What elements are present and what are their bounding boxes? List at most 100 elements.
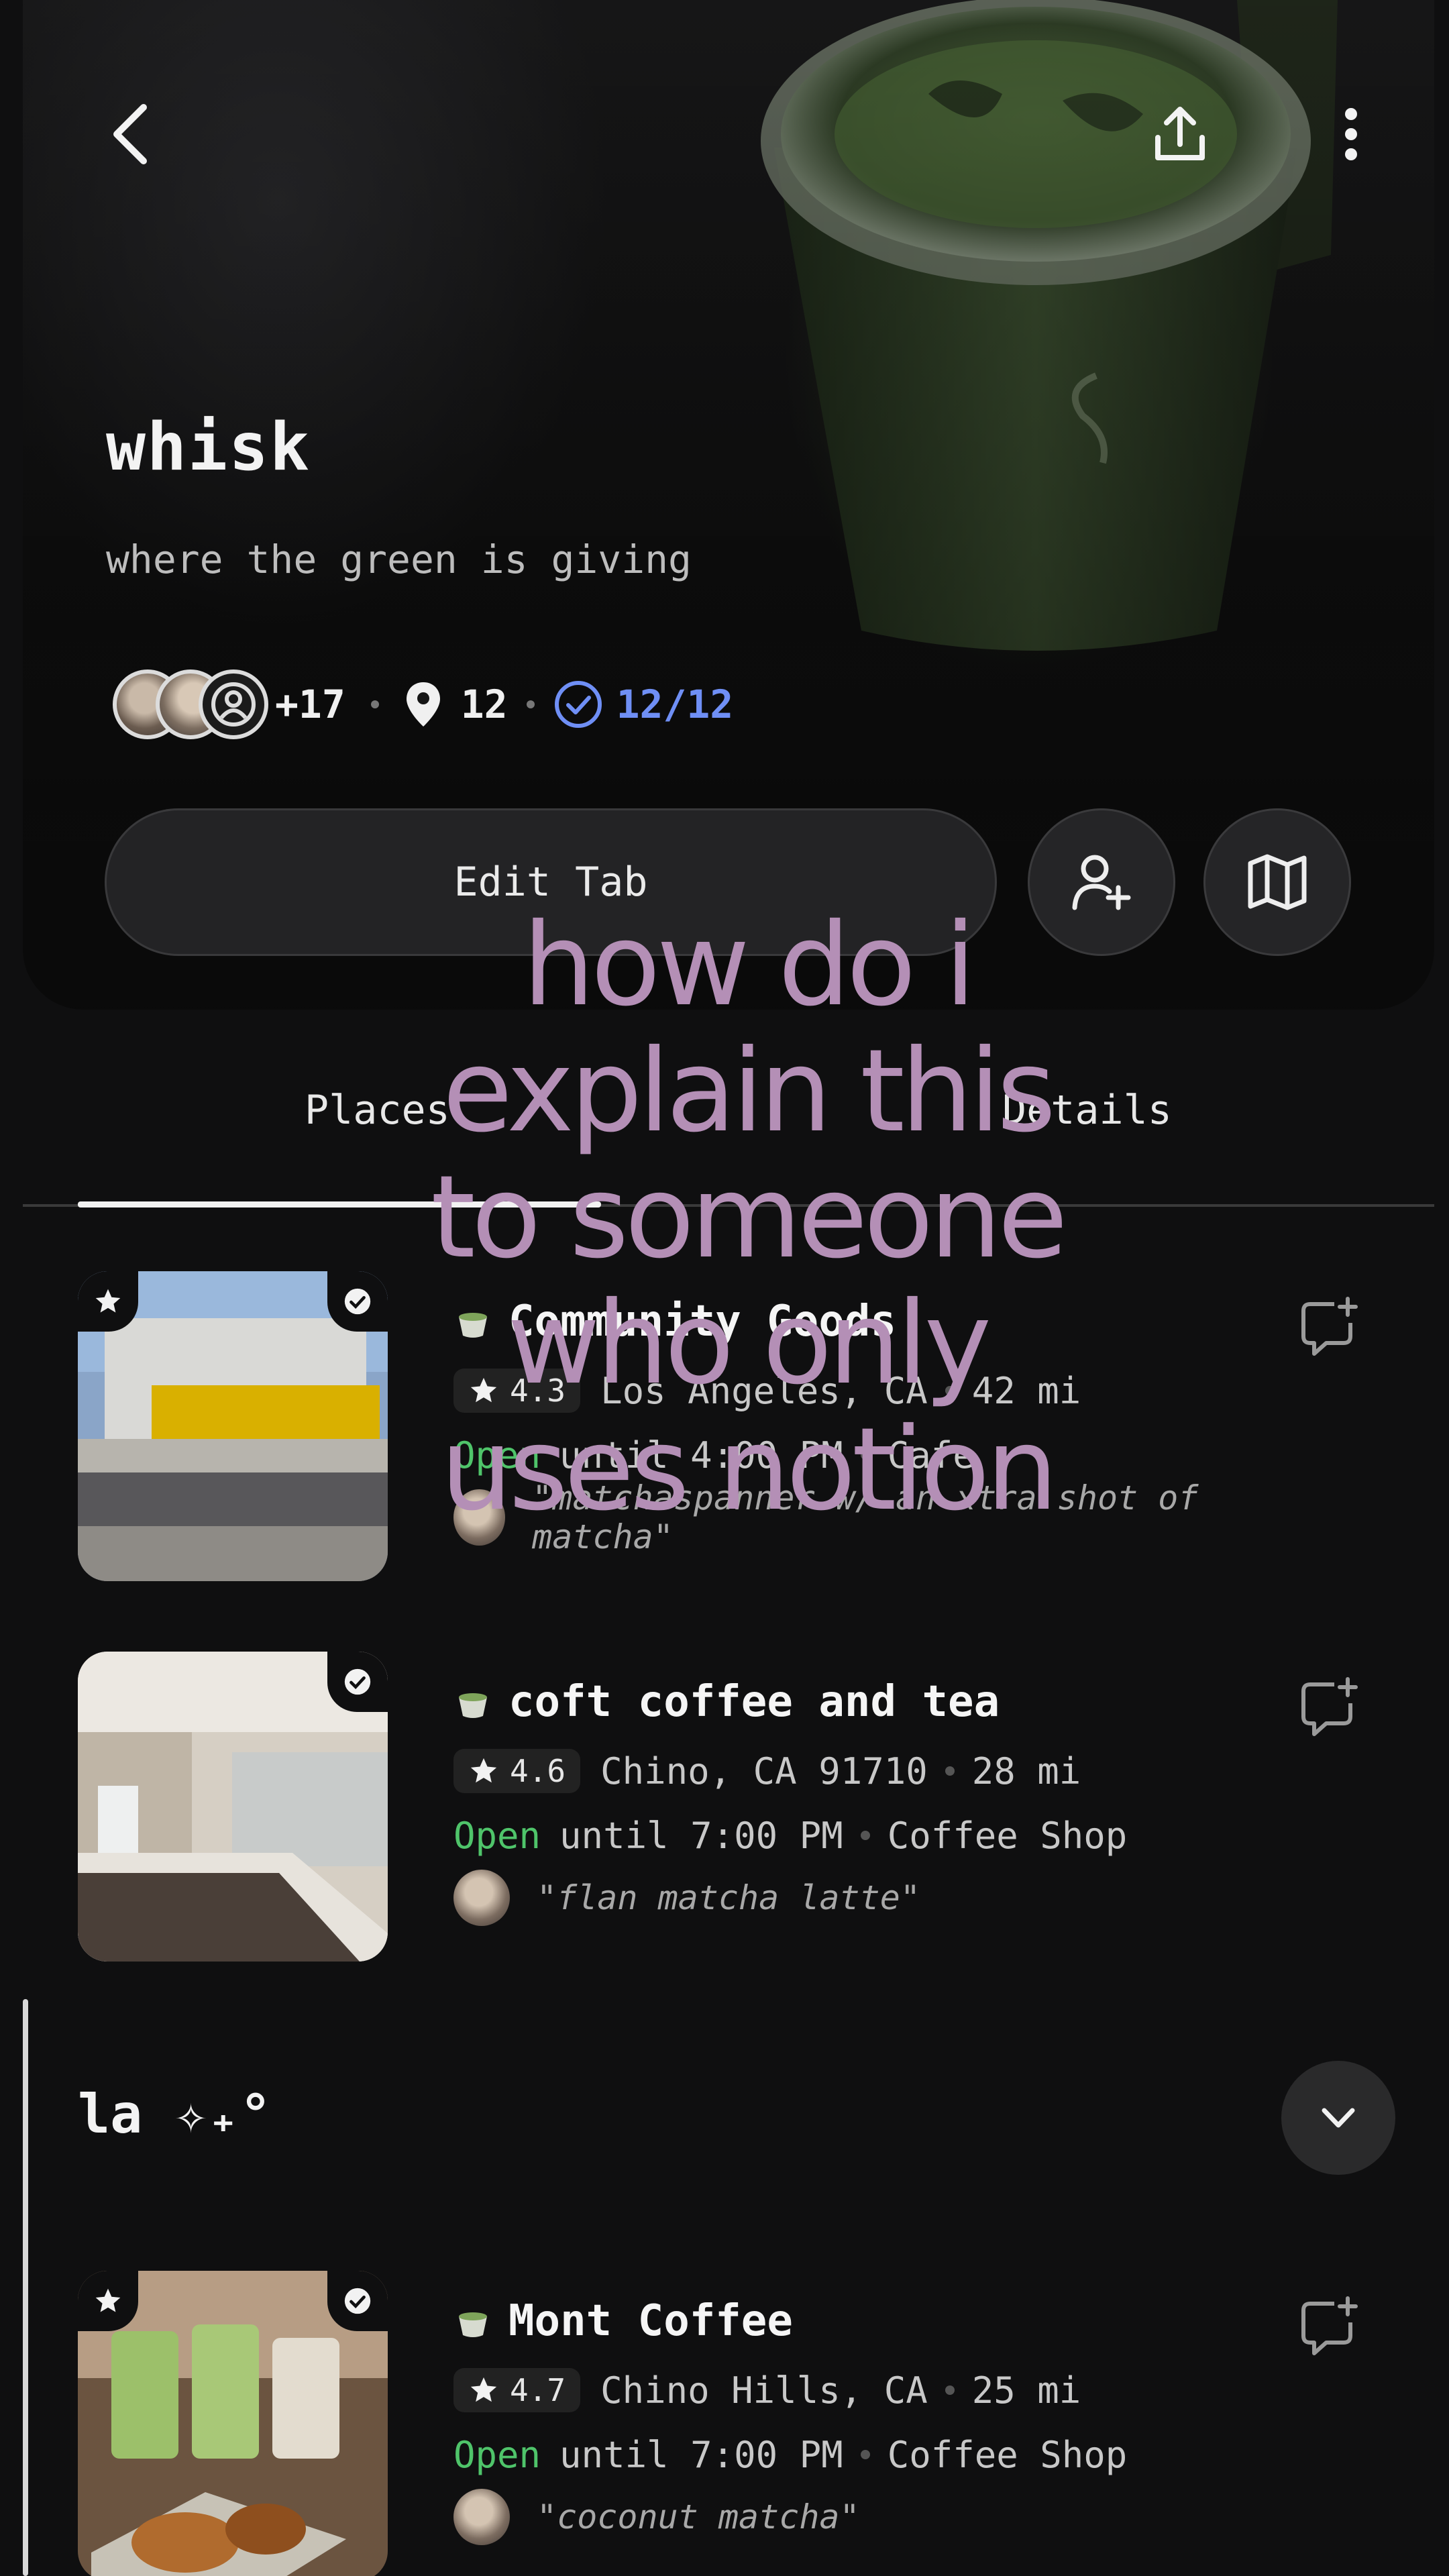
place-photo: [78, 2271, 388, 2576]
section-title: la ✧₊°: [78, 2083, 272, 2145]
separator-dot: [860, 2450, 870, 2459]
places-count: 12: [460, 682, 508, 727]
place-hours: until 7:00 PM: [559, 2433, 843, 2476]
open-status: Open: [453, 2433, 541, 2476]
place-photo: [78, 1652, 388, 1962]
star-icon: [470, 1758, 497, 1783]
place-card[interactable]: Mont Coffee 4.7 Chino Hills, CA 25 mi Op…: [78, 2271, 1413, 2576]
place-name[interactable]: coft coffee and tea: [508, 1677, 1000, 1727]
star-icon: [95, 2288, 121, 2312]
open-status: Open: [453, 1434, 541, 1477]
visited-count: 12/12: [616, 682, 734, 727]
place-note: "coconut matcha": [537, 2498, 860, 2536]
open-status: Open: [453, 1814, 541, 1857]
rating-badge: 4.6: [453, 1749, 581, 1793]
add-comment-button[interactable]: [1292, 1291, 1366, 1365]
check-circle-icon: [554, 681, 602, 728]
rating-value: 4.6: [510, 1753, 566, 1789]
place-category: Coffee Shop: [887, 1814, 1128, 1857]
chevron-left-icon: [113, 104, 147, 164]
place-info: coft coffee and tea 4.6 Chino, CA 91710 …: [453, 1672, 1292, 1928]
member-avatars[interactable]: [113, 669, 268, 739]
place-name[interactable]: Mont Coffee: [508, 2296, 793, 2346]
tab-subtitle: where the green is giving: [106, 537, 692, 582]
place-note: "matchaspanner w/ an xtra shot of matcha…: [532, 1479, 1199, 1556]
screen: whisk where the green is giving +17 12 1…: [23, 0, 1434, 2576]
place-category: Coffee Shop: [887, 2433, 1128, 2476]
separator-dot: [370, 700, 379, 708]
star-icon: [470, 1377, 497, 1403]
separator-dot: [526, 700, 535, 708]
avatar: [453, 2489, 510, 2545]
rating-badge: 4.3: [453, 1368, 581, 1413]
comment-plus-icon: [1301, 1677, 1358, 1736]
tab-hero: whisk where the green is giving +17 12 1…: [23, 0, 1434, 1010]
place-name[interactable]: Community Goods: [508, 1297, 896, 1346]
place-location: Chino Hills, CA: [600, 2369, 928, 2412]
place-distance: 42 mi: [971, 1369, 1081, 1412]
favorite-badge: [78, 1271, 138, 1332]
separator-dot: [945, 1766, 955, 1776]
add-person-icon: [1072, 855, 1131, 910]
location-pin-icon: [406, 682, 440, 727]
check-badge-icon: [344, 1668, 371, 1695]
rating-value: 4.7: [510, 2372, 566, 2408]
map-icon: [1248, 854, 1307, 910]
active-tab-indicator: [78, 1201, 601, 1208]
verified-badge: [327, 2271, 388, 2331]
separator-dot: [945, 1386, 955, 1395]
verified-badge: [327, 1271, 388, 1332]
share-button[interactable]: [1140, 94, 1220, 174]
collapse-section-button[interactable]: [1281, 2061, 1395, 2175]
avatar: [199, 669, 268, 739]
matcha-emoji-icon: [459, 1313, 487, 1338]
check-badge-icon: [344, 1288, 371, 1315]
favorite-badge: [78, 2271, 138, 2331]
avatar: [453, 1870, 510, 1926]
add-member-button[interactable]: [1028, 808, 1175, 956]
member-count: +17: [275, 682, 345, 727]
place-distance: 28 mi: [971, 1750, 1081, 1792]
place-photo: [78, 1271, 388, 1581]
matcha-emoji-icon: [459, 1693, 487, 1718]
add-comment-button[interactable]: [1292, 2291, 1366, 2365]
user-icon: [211, 682, 256, 727]
star-icon: [470, 2377, 497, 2402]
rating-value: 4.3: [510, 1373, 566, 1409]
comment-plus-icon: [1301, 1297, 1358, 1356]
place-note: "flan matcha latte": [537, 1878, 920, 1917]
tab-details[interactable]: Details: [1002, 1087, 1172, 1134]
place-distance: 25 mi: [971, 2369, 1081, 2412]
place-info: Community Goods 4.3 Los Angeles, CA 42 m…: [453, 1291, 1292, 1556]
separator-dot: [860, 1450, 870, 1460]
separator-dot: [860, 1831, 870, 1840]
check-badge-icon: [344, 2288, 371, 2314]
tab-places[interactable]: Places: [305, 1087, 450, 1134]
matcha-emoji-icon: [459, 2312, 487, 2337]
tab-stats: +17 12 12/12: [113, 661, 733, 748]
more-options-button[interactable]: [1311, 94, 1391, 174]
edit-tab-button[interactable]: Edit Tab: [105, 808, 997, 956]
place-location: Chino, CA 91710: [600, 1750, 928, 1792]
place-location: Los Angeles, CA: [600, 1369, 928, 1412]
rating-badge: 4.7: [453, 2368, 581, 2412]
tab-title: whisk: [106, 409, 311, 486]
place-card[interactable]: coft coffee and tea 4.6 Chino, CA 91710 …: [78, 1652, 1413, 1967]
more-vertical-icon: [1345, 108, 1357, 160]
list-section-header: la ✧₊°: [23, 2036, 1434, 2197]
chevron-down-icon: [1322, 2108, 1355, 2128]
avatar: [453, 1489, 506, 1546]
separator-dot: [945, 2385, 955, 2395]
place-card[interactable]: Community Goods 4.3 Los Angeles, CA 42 m…: [78, 1271, 1413, 1587]
share-icon: [1155, 107, 1205, 160]
star-icon: [95, 1289, 121, 1313]
tab-bar: Places Details: [23, 1060, 1434, 1208]
add-comment-button[interactable]: [1292, 1672, 1366, 1746]
place-hours: until 4:00 PM: [559, 1434, 843, 1477]
back-button[interactable]: [90, 94, 170, 174]
place-hours: until 7:00 PM: [559, 1814, 843, 1857]
place-category: Cafe: [887, 1434, 975, 1477]
place-info: Mont Coffee 4.7 Chino Hills, CA 25 mi Op…: [453, 2291, 1292, 2547]
map-view-button[interactable]: [1203, 808, 1351, 956]
verified-badge: [327, 1652, 388, 1712]
